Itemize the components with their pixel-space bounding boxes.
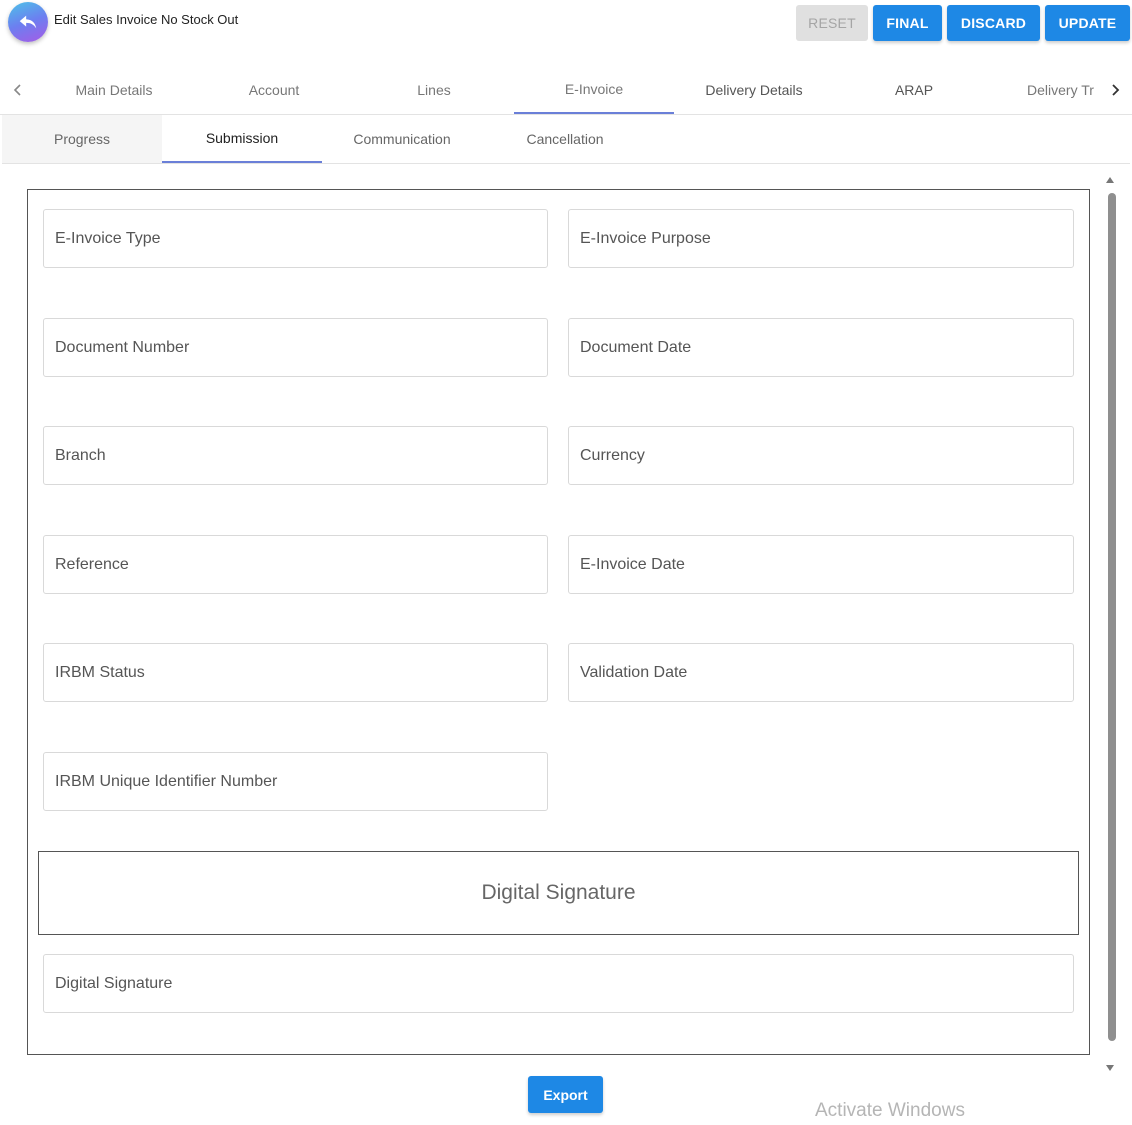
irbm-status-field[interactable]: IRBM Status <box>43 643 548 702</box>
document-date-field[interactable]: Document Date <box>568 318 1074 377</box>
subtab-cancellation[interactable]: Cancellation <box>485 115 645 163</box>
subtab-communication[interactable]: Communication <box>322 115 482 163</box>
scroll-down-arrow-icon[interactable] <box>1106 1065 1114 1071</box>
page-title: Edit Sales Invoice No Stock Out <box>54 12 239 27</box>
reference-field[interactable]: Reference <box>43 535 548 594</box>
final-button[interactable]: FINAL <box>873 5 942 41</box>
tab-scroll-left-button[interactable] <box>2 66 34 114</box>
back-arrow-icon <box>19 15 37 29</box>
export-button[interactable]: Export <box>528 1076 603 1113</box>
chevron-left-icon <box>13 84 21 96</box>
tab-delivery-tr[interactable]: Delivery Tr <box>1018 66 1107 114</box>
tab-delivery-details[interactable]: Delivery Details <box>674 66 834 114</box>
tab-main-details[interactable]: Main Details <box>34 66 194 114</box>
branch-field[interactable]: Branch <box>43 426 548 485</box>
sub-tab-bar: Progress Submission Communication Cancel… <box>2 115 1130 164</box>
subtab-submission[interactable]: Submission <box>162 115 322 163</box>
irbm-uin-field[interactable]: IRBM Unique Identifier Number <box>43 752 548 811</box>
tab-scroll-right-button[interactable] <box>1099 66 1131 114</box>
reset-button[interactable]: RESET <box>796 5 868 41</box>
activate-windows-watermark: Activate Windows <box>815 1100 965 1121</box>
einvoice-type-field[interactable]: E-Invoice Type <box>43 209 548 268</box>
tab-e-invoice[interactable]: E-Invoice <box>514 66 674 114</box>
einvoice-purpose-field[interactable]: E-Invoice Purpose <box>568 209 1074 268</box>
validation-date-field[interactable]: Validation Date <box>568 643 1074 702</box>
tab-lines[interactable]: Lines <box>354 66 514 114</box>
document-number-field[interactable]: Document Number <box>43 318 548 377</box>
back-button[interactable] <box>8 2 48 42</box>
subtab-progress[interactable]: Progress <box>2 115 162 163</box>
currency-field[interactable]: Currency <box>568 426 1074 485</box>
tab-arap[interactable]: ARAP <box>834 66 994 114</box>
digital-signature-heading: Digital Signature <box>38 851 1079 935</box>
tab-account[interactable]: Account <box>194 66 354 114</box>
update-button[interactable]: UPDATE <box>1045 5 1130 41</box>
scrollbar-thumb[interactable] <box>1108 193 1116 1041</box>
main-tab-bar: Main Details Account Lines E-Invoice Del… <box>0 66 1132 115</box>
digital-signature-field[interactable]: Digital Signature <box>43 954 1074 1013</box>
chevron-right-icon <box>1112 84 1120 96</box>
scroll-up-arrow-icon[interactable] <box>1106 177 1114 183</box>
discard-button[interactable]: DISCARD <box>947 5 1040 41</box>
einvoice-date-field[interactable]: E-Invoice Date <box>568 535 1074 594</box>
